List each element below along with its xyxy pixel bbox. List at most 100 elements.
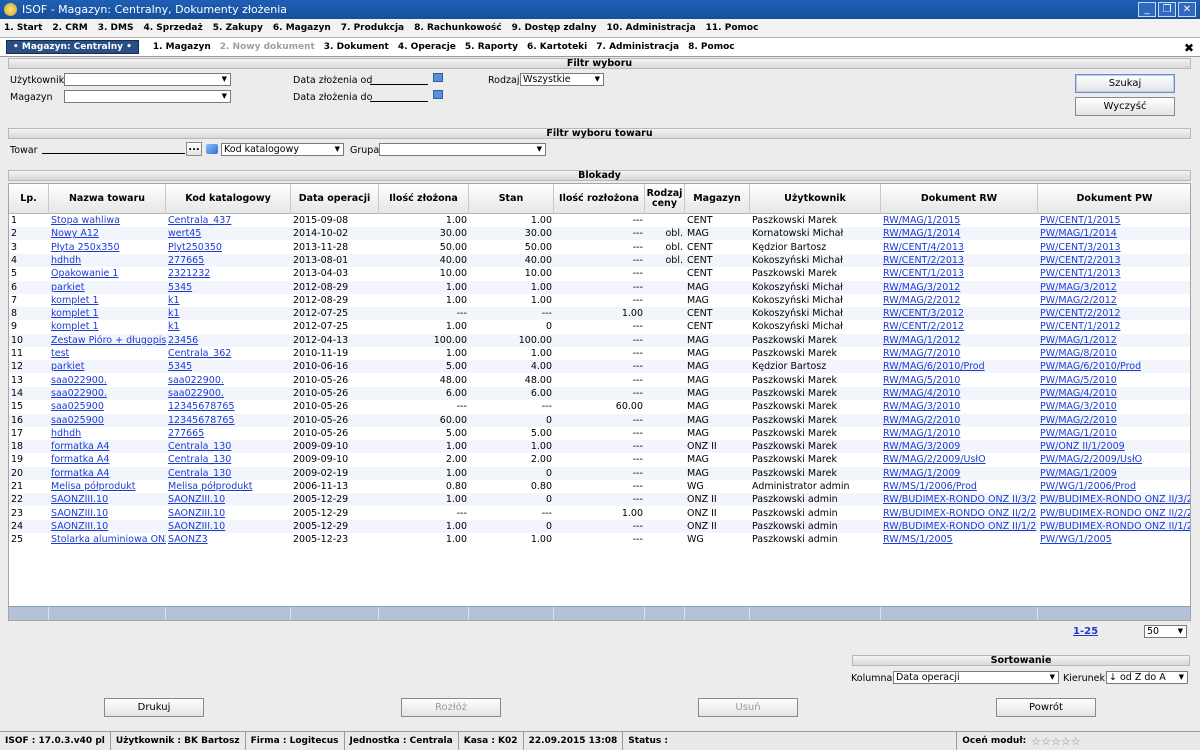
table-cell-link[interactable]: PW/CENT/2/2013 <box>1038 254 1190 267</box>
column-header[interactable]: Użytkownik <box>750 184 881 214</box>
table-cell-link[interactable]: 23456 <box>166 334 291 347</box>
table-row[interactable]: 5 Opakowanie 1 2321232 2013-04-03 10.00 10.00… <box>9 267 1190 280</box>
table-cell-link[interactable]: RW/MAG/5/2010 <box>881 374 1038 387</box>
table-cell-link[interactable]: PW/MAG/1/2012 <box>1038 334 1190 347</box>
table-cell-link[interactable]: PW/CENT/1/2013 <box>1038 267 1190 280</box>
column-header[interactable]: Rodzaj ceny <box>645 184 685 214</box>
column-header[interactable]: Stan <box>469 184 554 214</box>
table-row[interactable]: 19 formatka A4 Centrala_130 2009-09-10 2.00 2… <box>9 453 1190 466</box>
main-menu-item[interactable]: 5. Zakupy <box>213 23 263 33</box>
delete-button[interactable]: Usuń <box>698 698 798 717</box>
table-row[interactable]: 9 komplet 1 k1 2012-07-25 1.00 0 --- CENT Kokosz… <box>9 320 1190 333</box>
module-menu-item[interactable]: 2. Nowy dokument <box>220 42 315 52</box>
table-cell-link[interactable]: Nowy A12 <box>49 227 166 240</box>
table-cell-link[interactable]: PW/CENT/2/2012 <box>1038 307 1190 320</box>
table-cell-link[interactable]: komplet 1 <box>49 320 166 333</box>
table-row[interactable]: 6 parkiet 5345 2012-08-29 1.00 1.00 --- MAG Koko… <box>9 280 1190 294</box>
table-cell-link[interactable]: formatka A4 <box>49 453 166 466</box>
table-cell-link[interactable]: PW/MAG/4/2010 <box>1038 387 1190 400</box>
table-cell-link[interactable]: RW/CENT/2/2012 <box>881 320 1038 333</box>
date-to-input[interactable] <box>370 91 428 102</box>
table-cell-link[interactable]: RW/BUDIMEX-RONDO ONZ II/1/2 <box>881 520 1038 533</box>
table-row[interactable]: 24 SAONZIII.10 SAONZIII.10 2005-12-29 1.00 0-… <box>9 519 1190 533</box>
table-row[interactable]: 11 test Centrala_362 2010-11-19 1.00 1.00 --- M… <box>9 347 1190 360</box>
table-cell-link[interactable]: PW/BUDIMEX-RONDO ONZ II/1/2 <box>1038 520 1190 533</box>
clear-button[interactable]: Wyczyść <box>1075 97 1175 116</box>
table-cell-link[interactable]: Centrala_130 <box>166 440 291 453</box>
module-menu-item[interactable]: 7. Administracja <box>596 42 679 52</box>
table-cell-link[interactable]: komplet 1 <box>49 307 166 320</box>
table-cell-link[interactable]: PW/BUDIMEX-RONDO ONZ II/2/2 <box>1038 507 1190 520</box>
table-cell-link[interactable]: RW/MAG/6/2010/Prod <box>881 360 1038 373</box>
table-cell-link[interactable]: formatka A4 <box>49 440 166 453</box>
module-menu-item[interactable]: 8. Pomoc <box>688 42 735 52</box>
table-cell-link[interactable]: parkiet <box>49 281 166 294</box>
table-row[interactable]: 8 komplet 1 k1 2012-07-25 --- --- 1.00 CENT Koko… <box>9 307 1190 321</box>
table-cell-link[interactable]: SAONZ3 <box>166 533 291 546</box>
table-cell-link[interactable]: SAONZIII.10 <box>166 520 291 533</box>
table-row[interactable]: 7 komplet 1 k1 2012-08-29 1.00 1.00 --- MAG Koko… <box>9 294 1190 307</box>
table-cell-link[interactable]: PW/MAG/3/2010 <box>1038 400 1190 413</box>
rating-stars-icon[interactable]: ☆☆☆☆☆ <box>1031 735 1080 748</box>
table-cell-link[interactable]: k1 <box>166 294 291 307</box>
table-cell-link[interactable]: Płyta 250x350 <box>49 241 166 254</box>
column-header[interactable]: Dokument RW <box>881 184 1038 214</box>
column-header[interactable]: Ilość rozłożona <box>554 184 645 214</box>
table-cell-link[interactable]: RW/MAG/1/2014 <box>881 227 1038 240</box>
table-cell-link[interactable]: SAONZIII.10 <box>166 507 291 520</box>
table-cell-link[interactable]: PW/CENT/1/2015 <box>1038 214 1190 227</box>
table-cell-link[interactable]: saa022900. <box>166 387 291 400</box>
table-cell-link[interactable]: RW/MAG/1/2012 <box>881 334 1038 347</box>
table-row[interactable]: 15 saa025900 12345678765 2010-05-26 --- --- 60… <box>9 400 1190 413</box>
close-window-button[interactable]: ✕ <box>1178 2 1196 17</box>
table-cell-link[interactable]: k1 <box>166 320 291 333</box>
table-row[interactable]: 18 formatka A4 Centrala_130 2009-09-10 1.00 1… <box>9 440 1190 454</box>
table-cell-link[interactable]: RW/CENT/3/2012 <box>881 307 1038 320</box>
table-cell-link[interactable]: PW/MAG/1/2009 <box>1038 467 1190 480</box>
table-row[interactable]: 17 hdhdh 277665 2010-05-26 5.00 5.00 --- MAG Pas… <box>9 427 1190 440</box>
sort-direction-select[interactable]: ↓ od Z do A ▼ <box>1106 671 1188 684</box>
table-cell-link[interactable]: SAONZIII.10 <box>49 493 166 506</box>
table-cell-link[interactable]: test <box>49 347 166 360</box>
table-cell-link[interactable]: Melisa półprodukt <box>166 480 291 493</box>
table-cell-link[interactable]: RW/MAG/2/2010 <box>881 414 1038 427</box>
main-menu-item[interactable]: 6. Magazyn <box>273 23 331 33</box>
table-cell-link[interactable]: RW/BUDIMEX-RONDO ONZ II/3/2 <box>881 493 1038 506</box>
table-cell-link[interactable]: saa025900 <box>49 400 166 413</box>
table-row[interactable]: 1 Stopa wahliwa Centrala_437 2015-09-08 1.00… <box>9 214 1190 227</box>
table-cell-link[interactable]: PW/MAG/3/2012 <box>1038 281 1190 294</box>
module-menu-item[interactable]: 4. Operacje <box>398 42 456 52</box>
table-cell-link[interactable]: RW/CENT/1/2013 <box>881 267 1038 280</box>
column-header[interactable]: Kod katalogowy <box>166 184 291 214</box>
group-select[interactable]: ▼ <box>379 143 546 156</box>
page-size-select[interactable]: 50 ▼ <box>1144 625 1187 638</box>
code-type-select[interactable]: Kod katalogowy ▼ <box>221 143 344 156</box>
table-cell-link[interactable]: saa022900. <box>49 374 166 387</box>
table-row[interactable]: 12 parkiet 5345 2010-06-16 5.00 4.00 --- MAG Kęd… <box>9 360 1190 374</box>
table-cell-link[interactable]: PW/CENT/1/2012 <box>1038 320 1190 333</box>
table-cell-link[interactable]: RW/MAG/1/2009 <box>881 467 1038 480</box>
table-cell-link[interactable]: SAONZIII.10 <box>49 520 166 533</box>
table-cell-link[interactable]: PW/WG/1/2006/Prod <box>1038 480 1190 493</box>
main-menu-item[interactable]: 1. Start <box>4 23 42 33</box>
table-cell-link[interactable]: RW/MS/1/2005 <box>881 533 1038 546</box>
table-cell-link[interactable]: Melisa półprodukt <box>49 480 166 493</box>
table-cell-link[interactable]: PW/MAG/1/2010 <box>1038 427 1190 440</box>
table-cell-link[interactable]: Stolarka aluminiowa ONZ <box>49 533 166 546</box>
main-menu-item[interactable]: 11. Pomoc <box>706 23 759 33</box>
column-header[interactable]: Ilość złożona <box>379 184 469 214</box>
table-cell-link[interactable]: saa022900. <box>166 374 291 387</box>
table-cell-link[interactable]: SAONZIII.10 <box>49 507 166 520</box>
module-menu-item[interactable]: 5. Raporty <box>465 42 518 52</box>
calendar-icon[interactable] <box>433 73 443 82</box>
main-menu-item[interactable]: 9. Dostęp zdalny <box>512 23 597 33</box>
column-header[interactable]: Lp. <box>9 184 49 214</box>
table-cell-link[interactable]: Opakowanie 1 <box>49 267 166 280</box>
user-select[interactable]: ▼ <box>64 73 231 86</box>
table-row[interactable]: 2 Nowy A12 wert45 2014-10-02 30.00 30.00 --- ob… <box>9 227 1190 241</box>
column-header[interactable]: Dokument PW <box>1038 184 1190 214</box>
table-row[interactable]: 21 Melisa półprodukt Melisa półprodukt 2006… <box>9 480 1190 493</box>
close-module-icon[interactable]: ✖ <box>1184 41 1194 55</box>
kind-select[interactable]: Wszystkie ▼ <box>520 73 604 86</box>
table-cell-link[interactable]: k1 <box>166 307 291 320</box>
